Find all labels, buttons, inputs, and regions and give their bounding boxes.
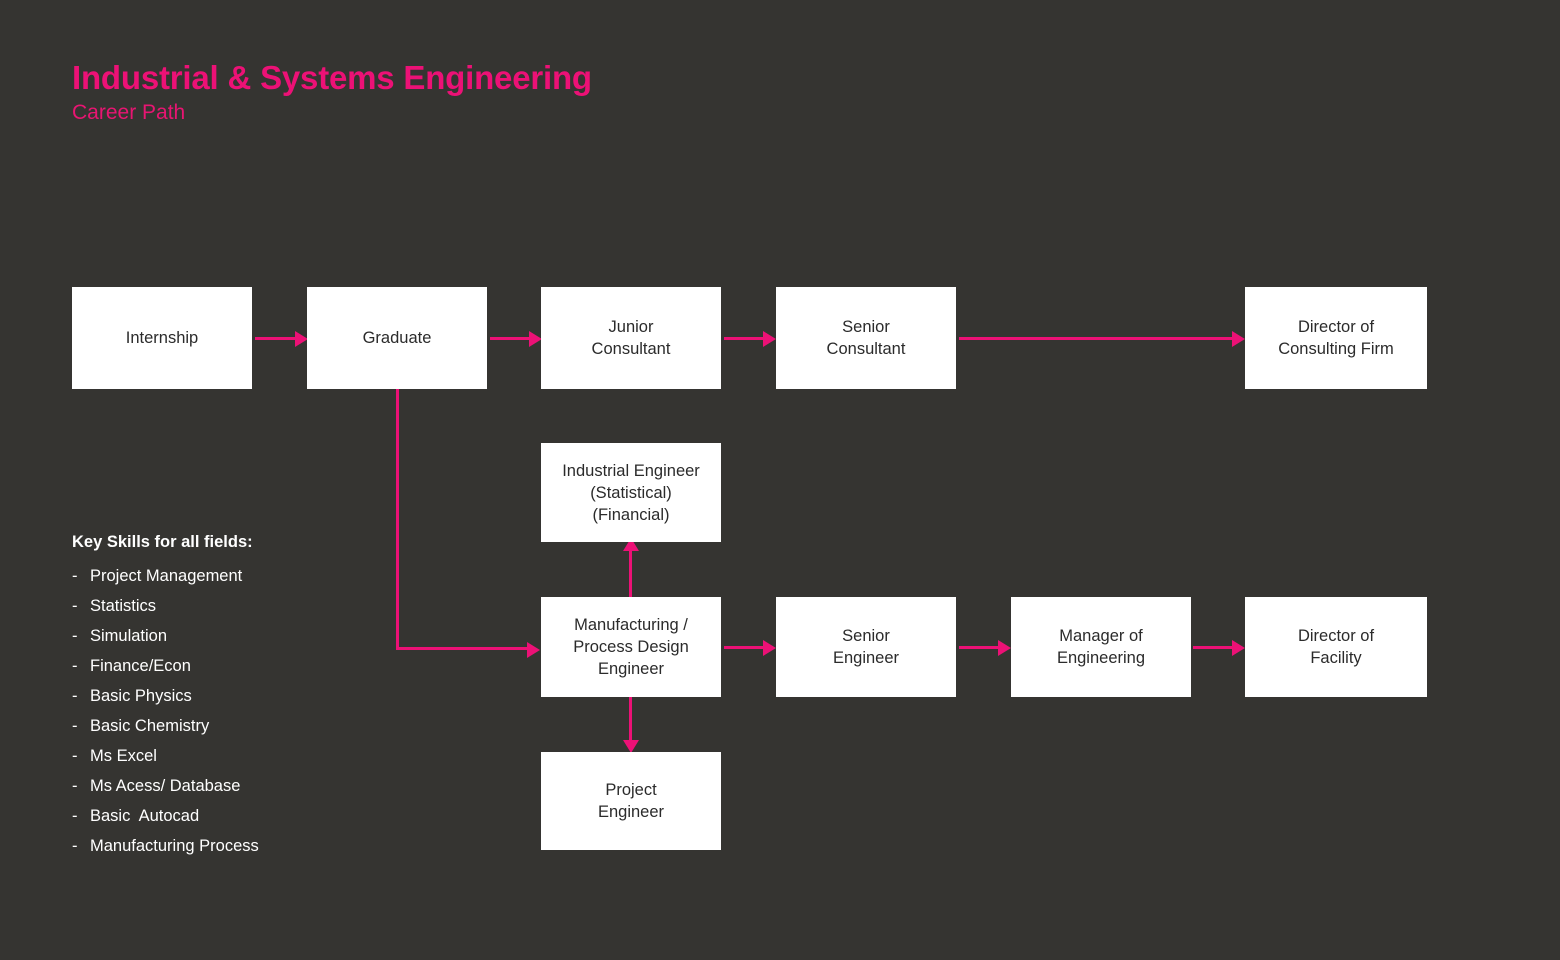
node-project-engineer[interactable]: Project Engineer [541, 752, 721, 850]
connector-graduate-branch-horizontal [396, 647, 533, 650]
skill-item-label: Basic Physics [90, 687, 192, 705]
page-title: Industrial & Systems Engineering [72, 59, 592, 96]
skill-item-label: Basic Autocad [90, 807, 200, 825]
node-director-of-consulting-firm-label: Director of Consulting Firm [1278, 318, 1394, 358]
node-junior-consultant[interactable]: Junior Consultant [541, 287, 721, 389]
arrowhead-manager-to-director-of-facility [1232, 639, 1245, 656]
node-senior-consultant[interactable]: Senior Consultant [776, 287, 956, 389]
skill-bullet: - [72, 597, 78, 615]
skill-item-label: Project Management [90, 567, 243, 585]
skill-bullet: - [72, 747, 78, 765]
arrowhead-senior-engineer-to-manager [998, 639, 1011, 656]
node-senior-engineer[interactable]: Senior Engineer [776, 597, 956, 697]
skill-bullet: - [72, 567, 78, 585]
node-graduate[interactable]: Graduate [307, 287, 487, 389]
skill-item: - Manufacturing Process [72, 831, 259, 861]
arrowhead-manufacturing-to-senior-engineer [763, 639, 776, 656]
node-senior-consultant-label: Senior Consultant [826, 318, 906, 358]
node-manufacturing-process-design-engineer-label: Manufacturing / Process Design Engineer [573, 616, 689, 678]
node-manager-of-engineering[interactable]: Manager of Engineering [1011, 597, 1191, 697]
node-internship-label: Internship [125, 329, 199, 347]
connector-senior-consultant-to-director [959, 337, 1234, 340]
skill-item: - Basic Chemistry [72, 711, 259, 741]
node-senior-engineer-label: Senior Engineer [832, 627, 900, 667]
node-internship[interactable]: Internship [72, 287, 252, 389]
node-junior-consultant-label: Junior Consultant [591, 318, 671, 358]
skill-item: - Ms Excel [72, 741, 259, 771]
node-director-of-consulting-firm[interactable]: Director of Consulting Firm [1245, 287, 1427, 389]
skill-bullet: - [72, 687, 78, 705]
skill-item: - Statistics [72, 591, 259, 621]
connector-manufacturing-to-project-engineer [629, 697, 632, 745]
node-manager-of-engineering-label: Manager of Engineering [1056, 627, 1146, 667]
skill-item-label: Basic Chemistry [90, 717, 210, 735]
node-director-of-facility-label: Director of Facility [1297, 627, 1375, 667]
skill-item-label: Simulation [90, 627, 168, 645]
skill-item-label: Manufacturing Process [90, 837, 259, 855]
connector-manufacturing-to-industrial-engineer [629, 548, 632, 597]
skill-item-label: Ms Acess/ Database [90, 777, 241, 795]
node-industrial-engineer[interactable]: Industrial Engineer (Statistical) (Finan… [541, 443, 721, 542]
skill-bullet: - [72, 807, 78, 825]
node-director-of-facility[interactable]: Director of Facility [1245, 597, 1427, 697]
skill-bullet: - [72, 657, 78, 675]
key-skills-heading: Key Skills for all fields: [72, 533, 253, 551]
skill-item: - Finance/Econ [72, 651, 259, 681]
node-manufacturing-process-design-engineer[interactable]: Manufacturing / Process Design Engineer [541, 597, 721, 697]
skill-bullet: - [72, 627, 78, 645]
skill-item: - Basic Autocad [72, 801, 259, 831]
node-project-engineer-label: Project Engineer [597, 781, 665, 821]
connector-graduate-branch-vertical [396, 389, 399, 650]
arrowhead-senior-consultant-to-director [1232, 330, 1245, 347]
skill-item: - Project Management [72, 561, 259, 591]
skill-bullet: - [72, 777, 78, 795]
skill-bullet: - [72, 837, 78, 855]
skill-item-label: Ms Excel [90, 747, 157, 765]
page-subtitle: Career Path [72, 101, 186, 124]
key-skills-list: - Project Management - Statistics - Simulatio… [72, 561, 259, 861]
node-graduate-label: Graduate [362, 329, 432, 347]
skill-item-label: Finance/Econ [90, 657, 191, 675]
diagram-canvas: Industrial & Systems Engineering Career … [0, 0, 1560, 960]
skill-item: - Ms Acess/ Database [72, 771, 259, 801]
skill-item: - Basic Physics [72, 681, 259, 711]
header: Industrial & Systems Engineering Career … [72, 58, 592, 126]
skill-item: - Simulation [72, 621, 259, 651]
key-skills-panel: Key Skills for all fields: - Project Mana… [72, 531, 259, 861]
arrowhead-graduate-branch-to-manufacturing [527, 641, 540, 658]
arrowhead-junior-to-senior-consultant [763, 330, 776, 347]
skill-item-label: Statistics [90, 597, 157, 615]
skill-bullet: - [72, 717, 78, 735]
node-industrial-engineer-label: Industrial Engineer (Statistical) (Finan… [562, 461, 700, 524]
